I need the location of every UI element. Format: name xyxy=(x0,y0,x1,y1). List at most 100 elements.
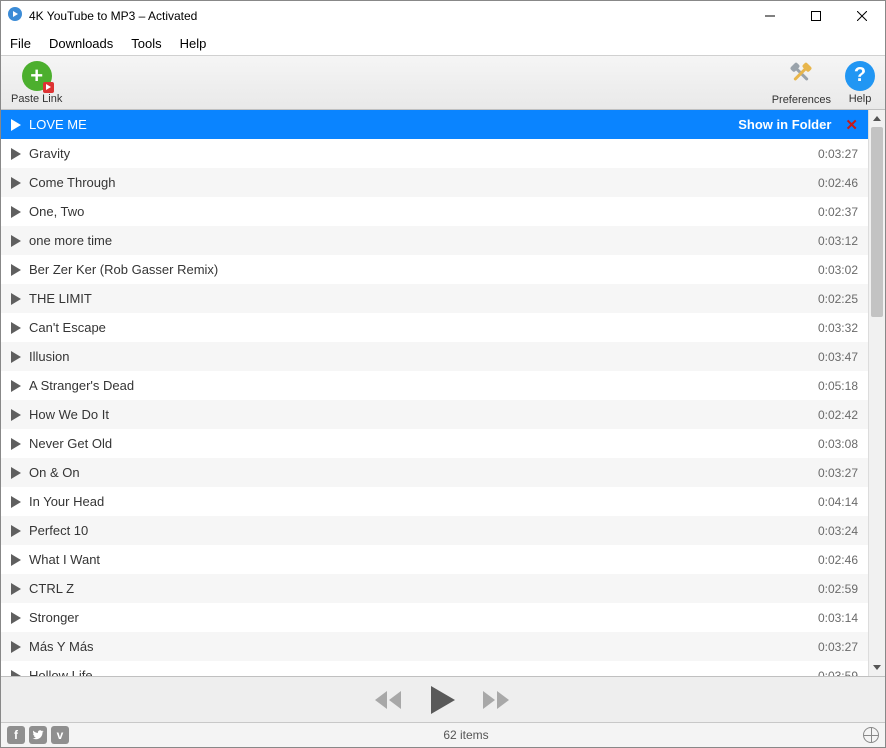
track-duration: 0:03:27 xyxy=(818,640,858,654)
track-duration: 0:03:14 xyxy=(818,611,858,625)
track-list[interactable]: LOVE ME Show in Folder ✕ Gravity0:03:27C… xyxy=(1,110,868,676)
track-title: THE LIMIT xyxy=(29,291,818,306)
track-title: Never Get Old xyxy=(29,436,818,451)
scroll-thumb[interactable] xyxy=(871,127,883,317)
play-icon xyxy=(11,119,21,131)
track-row[interactable]: Gravity0:03:27 xyxy=(1,139,868,168)
play-icon xyxy=(11,641,21,653)
play-icon xyxy=(11,612,21,624)
track-row[interactable]: CTRL Z0:02:59 xyxy=(1,574,868,603)
track-title: Can't Escape xyxy=(29,320,818,335)
menu-file[interactable]: File xyxy=(10,36,31,51)
window-titlebar: 4K YouTube to MP3 – Activated xyxy=(1,1,885,31)
preferences-icon xyxy=(786,59,816,92)
vertical-scrollbar[interactable] xyxy=(868,110,885,676)
track-title: Gravity xyxy=(29,146,818,161)
track-list-container: LOVE ME Show in Folder ✕ Gravity0:03:27C… xyxy=(1,110,885,677)
track-row[interactable]: Stronger0:03:14 xyxy=(1,603,868,632)
track-row[interactable]: How We Do It0:02:42 xyxy=(1,400,868,429)
track-row[interactable]: Come Through0:02:46 xyxy=(1,168,868,197)
track-duration: 0:03:59 xyxy=(818,669,858,677)
track-duration: 0:03:08 xyxy=(818,437,858,451)
track-row[interactable]: A Stranger's Dead0:05:18 xyxy=(1,371,868,400)
track-title: Ber Zer Ker (Rob Gasser Remix) xyxy=(29,262,818,277)
status-item-count: 62 items xyxy=(443,728,488,742)
play-icon xyxy=(11,496,21,508)
track-row[interactable]: THE LIMIT0:02:25 xyxy=(1,284,868,313)
play-icon xyxy=(11,235,21,247)
track-title: What I Want xyxy=(29,552,818,567)
track-duration: 0:02:46 xyxy=(818,176,858,190)
preferences-label: Preferences xyxy=(772,94,831,106)
track-duration: 0:03:27 xyxy=(818,466,858,480)
play-icon xyxy=(11,148,21,160)
delete-icon[interactable]: ✕ xyxy=(845,116,858,134)
track-row[interactable]: Ber Zer Ker (Rob Gasser Remix)0:03:02 xyxy=(1,255,868,284)
track-title: Perfect 10 xyxy=(29,523,818,538)
track-title: A Stranger's Dead xyxy=(29,378,818,393)
track-title: How We Do It xyxy=(29,407,818,422)
scroll-track[interactable] xyxy=(869,127,885,659)
player-controls xyxy=(1,677,885,723)
menu-help[interactable]: Help xyxy=(180,36,207,51)
track-duration: 0:03:12 xyxy=(818,234,858,248)
previous-button[interactable] xyxy=(375,691,403,709)
track-duration: 0:02:42 xyxy=(818,408,858,422)
play-icon xyxy=(11,467,21,479)
track-row[interactable]: Can't Escape0:03:32 xyxy=(1,313,868,342)
menubar: File Downloads Tools Help xyxy=(1,31,885,55)
track-duration: 0:02:37 xyxy=(818,205,858,219)
help-label: Help xyxy=(849,93,872,105)
scroll-down-button[interactable] xyxy=(869,659,885,676)
play-icon xyxy=(11,409,21,421)
menu-tools[interactable]: Tools xyxy=(131,36,161,51)
track-row[interactable]: Illusion0:03:47 xyxy=(1,342,868,371)
track-title: Hollow Life xyxy=(29,668,818,676)
facebook-icon[interactable]: f xyxy=(7,726,25,744)
track-title: Illusion xyxy=(29,349,818,364)
track-row[interactable]: Hollow Life0:03:59 xyxy=(1,661,868,676)
language-icon[interactable] xyxy=(863,727,879,743)
paste-link-icon xyxy=(22,61,52,91)
play-icon xyxy=(11,177,21,189)
scroll-up-button[interactable] xyxy=(869,110,885,127)
toolbar: Paste Link Preferences ? Hel xyxy=(1,55,885,110)
window-controls xyxy=(747,1,885,31)
paste-link-button[interactable]: Paste Link xyxy=(11,61,62,105)
track-row-selected[interactable]: LOVE ME Show in Folder ✕ xyxy=(1,110,868,139)
track-row[interactable]: What I Want0:02:46 xyxy=(1,545,868,574)
track-title: Más Y Más xyxy=(29,639,818,654)
next-button[interactable] xyxy=(483,691,511,709)
track-duration: 0:02:25 xyxy=(818,292,858,306)
track-title: Stronger xyxy=(29,610,818,625)
app-icon xyxy=(7,6,23,27)
vimeo-icon[interactable]: v xyxy=(51,726,69,744)
play-icon xyxy=(11,554,21,566)
track-duration: 0:03:32 xyxy=(818,321,858,335)
track-title: One, Two xyxy=(29,204,818,219)
show-in-folder-link[interactable]: Show in Folder xyxy=(738,117,831,132)
twitter-icon[interactable] xyxy=(29,726,47,744)
statusbar: f v 62 items xyxy=(1,723,885,747)
track-row[interactable]: Más Y Más0:03:27 xyxy=(1,632,868,661)
play-button[interactable] xyxy=(431,686,455,714)
play-icon xyxy=(11,583,21,595)
track-row[interactable]: In Your Head0:04:14 xyxy=(1,487,868,516)
track-duration: 0:05:18 xyxy=(818,379,858,393)
close-button[interactable] xyxy=(839,1,885,31)
track-row[interactable]: On & On0:03:27 xyxy=(1,458,868,487)
minimize-button[interactable] xyxy=(747,1,793,31)
track-duration: 0:03:27 xyxy=(818,147,858,161)
menu-downloads[interactable]: Downloads xyxy=(49,36,113,51)
track-row[interactable]: one more time0:03:12 xyxy=(1,226,868,255)
help-button[interactable]: ? Help xyxy=(845,61,875,105)
track-title: On & On xyxy=(29,465,818,480)
track-row[interactable]: Perfect 100:03:24 xyxy=(1,516,868,545)
track-row[interactable]: One, Two0:02:37 xyxy=(1,197,868,226)
play-icon xyxy=(11,322,21,334)
track-duration: 0:04:14 xyxy=(818,495,858,509)
preferences-button[interactable]: Preferences xyxy=(772,59,831,106)
track-row[interactable]: Never Get Old0:03:08 xyxy=(1,429,868,458)
play-icon xyxy=(11,525,21,537)
maximize-button[interactable] xyxy=(793,1,839,31)
